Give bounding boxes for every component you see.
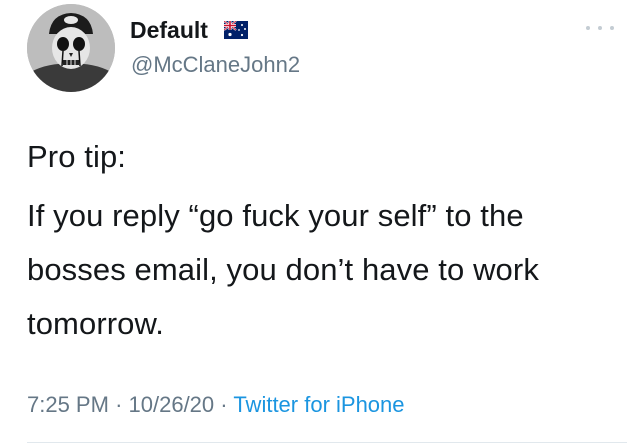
tweet-time[interactable]: 7:25 PM (27, 392, 109, 417)
tweet-text-line: tomorrow. (27, 306, 164, 341)
more-dot (598, 26, 602, 30)
tweet-text-line: Pro tip: (27, 139, 127, 174)
more-options-icon[interactable] (586, 22, 614, 34)
more-dot (586, 26, 590, 30)
tweet-date[interactable]: 10/26/20 (129, 392, 215, 417)
display-name[interactable]: Default (130, 17, 208, 44)
more-dot (610, 26, 614, 30)
australia-flag-icon (223, 20, 248, 39)
tweet-text-line: bosses email, you don’t have to work (27, 252, 539, 287)
user-handle[interactable]: @McClaneJohn2 (131, 52, 300, 78)
tweet-card: Default @McClaneJohn2 Pro tip: If you re… (0, 0, 640, 448)
meta-separator: · (115, 392, 123, 417)
avatar[interactable] (27, 4, 115, 92)
meta-separator: · (220, 392, 228, 417)
tweet-source-link[interactable]: Twitter for iPhone (233, 392, 404, 417)
divider (27, 442, 627, 443)
tweet-text-line: If you reply “go fuck your self” to the (27, 198, 524, 233)
tweet-metadata: 7:25 PM · 10/26/20 · Twitter for iPhone (27, 392, 405, 418)
